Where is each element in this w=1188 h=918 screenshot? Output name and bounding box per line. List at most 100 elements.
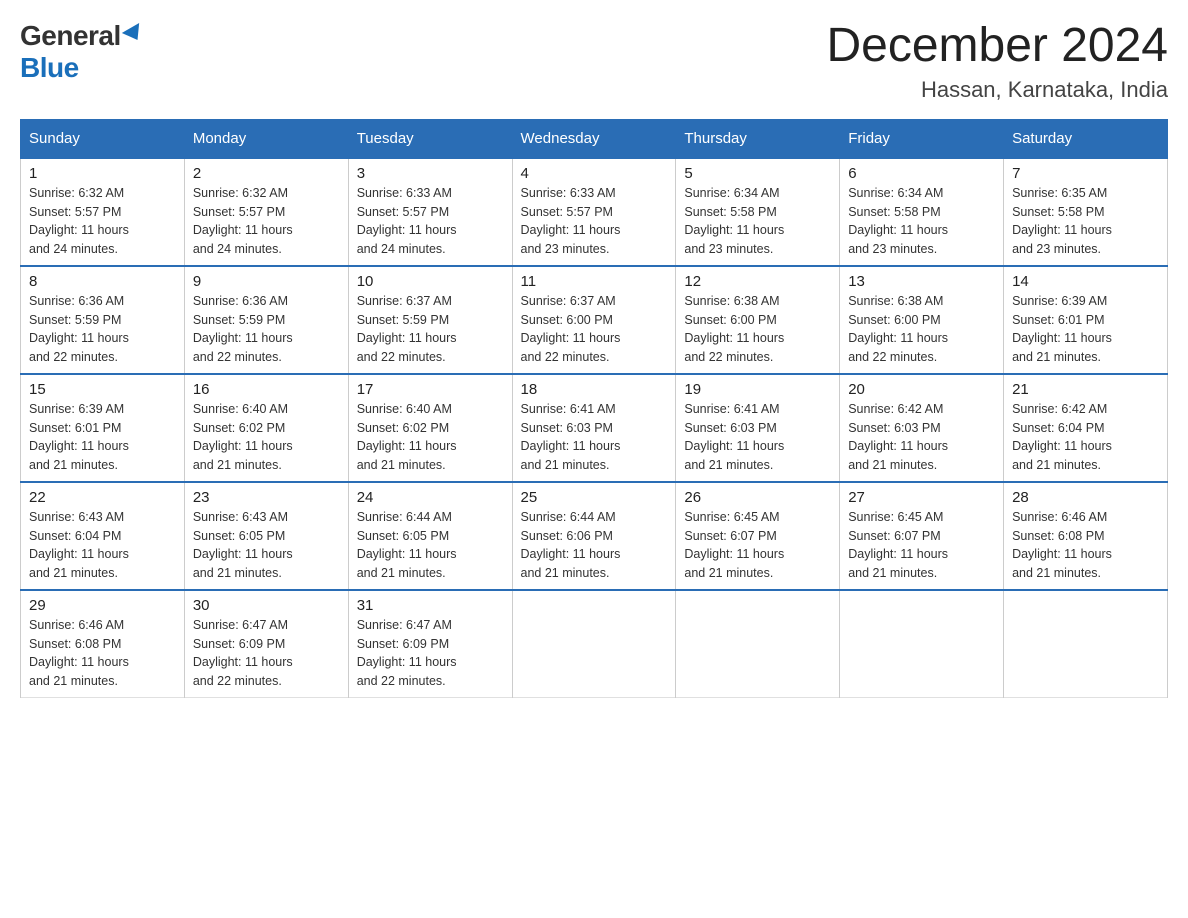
day-info: Sunrise: 6:34 AM Sunset: 5:58 PM Dayligh… bbox=[848, 184, 995, 259]
day-number: 25 bbox=[521, 489, 668, 506]
calendar-cell: 22 Sunrise: 6:43 AM Sunset: 6:04 PM Dayl… bbox=[21, 482, 185, 590]
calendar-table: Sunday Monday Tuesday Wednesday Thursday… bbox=[20, 119, 1168, 698]
calendar-cell: 5 Sunrise: 6:34 AM Sunset: 5:58 PM Dayli… bbox=[676, 158, 840, 266]
calendar-cell: 30 Sunrise: 6:47 AM Sunset: 6:09 PM Dayl… bbox=[184, 590, 348, 698]
day-number: 13 bbox=[848, 273, 995, 290]
day-number: 9 bbox=[193, 273, 340, 290]
logo: General Blue bbox=[20, 20, 144, 84]
location-title: Hassan, Karnataka, India bbox=[826, 77, 1168, 103]
calendar-cell: 18 Sunrise: 6:41 AM Sunset: 6:03 PM Dayl… bbox=[512, 374, 676, 482]
header-monday: Monday bbox=[184, 119, 348, 158]
header-sunday: Sunday bbox=[21, 119, 185, 158]
calendar-cell: 3 Sunrise: 6:33 AM Sunset: 5:57 PM Dayli… bbox=[348, 158, 512, 266]
day-number: 11 bbox=[521, 273, 668, 290]
calendar-cell: 6 Sunrise: 6:34 AM Sunset: 5:58 PM Dayli… bbox=[840, 158, 1004, 266]
day-number: 18 bbox=[521, 381, 668, 398]
day-info: Sunrise: 6:36 AM Sunset: 5:59 PM Dayligh… bbox=[29, 292, 176, 367]
day-info: Sunrise: 6:34 AM Sunset: 5:58 PM Dayligh… bbox=[684, 184, 831, 259]
day-number: 28 bbox=[1012, 489, 1159, 506]
logo-general-text: General bbox=[20, 20, 121, 52]
header-tuesday: Tuesday bbox=[348, 119, 512, 158]
calendar-cell: 27 Sunrise: 6:45 AM Sunset: 6:07 PM Dayl… bbox=[840, 482, 1004, 590]
calendar-week-row: 15 Sunrise: 6:39 AM Sunset: 6:01 PM Dayl… bbox=[21, 374, 1168, 482]
logo-triangle-icon bbox=[122, 23, 146, 45]
calendar-cell: 9 Sunrise: 6:36 AM Sunset: 5:59 PM Dayli… bbox=[184, 266, 348, 374]
day-info: Sunrise: 6:46 AM Sunset: 6:08 PM Dayligh… bbox=[1012, 508, 1159, 583]
day-number: 6 bbox=[848, 165, 995, 182]
day-number: 31 bbox=[357, 597, 504, 614]
day-info: Sunrise: 6:32 AM Sunset: 5:57 PM Dayligh… bbox=[193, 184, 340, 259]
day-number: 14 bbox=[1012, 273, 1159, 290]
header-thursday: Thursday bbox=[676, 119, 840, 158]
day-number: 27 bbox=[848, 489, 995, 506]
header-wednesday: Wednesday bbox=[512, 119, 676, 158]
day-number: 10 bbox=[357, 273, 504, 290]
day-number: 24 bbox=[357, 489, 504, 506]
calendar-cell: 25 Sunrise: 6:44 AM Sunset: 6:06 PM Dayl… bbox=[512, 482, 676, 590]
day-number: 5 bbox=[684, 165, 831, 182]
calendar-cell bbox=[840, 590, 1004, 698]
title-section: December 2024 Hassan, Karnataka, India bbox=[826, 20, 1168, 103]
day-number: 4 bbox=[521, 165, 668, 182]
day-number: 19 bbox=[684, 381, 831, 398]
day-number: 21 bbox=[1012, 381, 1159, 398]
calendar-cell: 17 Sunrise: 6:40 AM Sunset: 6:02 PM Dayl… bbox=[348, 374, 512, 482]
day-number: 17 bbox=[357, 381, 504, 398]
day-number: 12 bbox=[684, 273, 831, 290]
calendar-cell: 21 Sunrise: 6:42 AM Sunset: 6:04 PM Dayl… bbox=[1004, 374, 1168, 482]
day-number: 16 bbox=[193, 381, 340, 398]
calendar-cell: 4 Sunrise: 6:33 AM Sunset: 5:57 PM Dayli… bbox=[512, 158, 676, 266]
calendar-cell: 26 Sunrise: 6:45 AM Sunset: 6:07 PM Dayl… bbox=[676, 482, 840, 590]
day-info: Sunrise: 6:45 AM Sunset: 6:07 PM Dayligh… bbox=[684, 508, 831, 583]
logo-blue-text: Blue bbox=[20, 52, 79, 83]
day-number: 26 bbox=[684, 489, 831, 506]
day-info: Sunrise: 6:43 AM Sunset: 6:04 PM Dayligh… bbox=[29, 508, 176, 583]
day-number: 29 bbox=[29, 597, 176, 614]
day-info: Sunrise: 6:38 AM Sunset: 6:00 PM Dayligh… bbox=[684, 292, 831, 367]
day-info: Sunrise: 6:44 AM Sunset: 6:05 PM Dayligh… bbox=[357, 508, 504, 583]
day-info: Sunrise: 6:44 AM Sunset: 6:06 PM Dayligh… bbox=[521, 508, 668, 583]
day-number: 30 bbox=[193, 597, 340, 614]
day-info: Sunrise: 6:37 AM Sunset: 6:00 PM Dayligh… bbox=[521, 292, 668, 367]
calendar-header-row: Sunday Monday Tuesday Wednesday Thursday… bbox=[21, 119, 1168, 158]
calendar-cell bbox=[1004, 590, 1168, 698]
day-info: Sunrise: 6:33 AM Sunset: 5:57 PM Dayligh… bbox=[357, 184, 504, 259]
calendar-week-row: 8 Sunrise: 6:36 AM Sunset: 5:59 PM Dayli… bbox=[21, 266, 1168, 374]
calendar-cell: 1 Sunrise: 6:32 AM Sunset: 5:57 PM Dayli… bbox=[21, 158, 185, 266]
day-info: Sunrise: 6:40 AM Sunset: 6:02 PM Dayligh… bbox=[357, 400, 504, 475]
calendar-cell: 8 Sunrise: 6:36 AM Sunset: 5:59 PM Dayli… bbox=[21, 266, 185, 374]
day-info: Sunrise: 6:38 AM Sunset: 6:00 PM Dayligh… bbox=[848, 292, 995, 367]
day-info: Sunrise: 6:47 AM Sunset: 6:09 PM Dayligh… bbox=[357, 616, 504, 691]
day-number: 3 bbox=[357, 165, 504, 182]
day-number: 1 bbox=[29, 165, 176, 182]
calendar-cell: 19 Sunrise: 6:41 AM Sunset: 6:03 PM Dayl… bbox=[676, 374, 840, 482]
calendar-cell: 16 Sunrise: 6:40 AM Sunset: 6:02 PM Dayl… bbox=[184, 374, 348, 482]
calendar-week-row: 29 Sunrise: 6:46 AM Sunset: 6:08 PM Dayl… bbox=[21, 590, 1168, 698]
calendar-cell: 14 Sunrise: 6:39 AM Sunset: 6:01 PM Dayl… bbox=[1004, 266, 1168, 374]
day-number: 8 bbox=[29, 273, 176, 290]
calendar-cell: 29 Sunrise: 6:46 AM Sunset: 6:08 PM Dayl… bbox=[21, 590, 185, 698]
day-number: 7 bbox=[1012, 165, 1159, 182]
calendar-cell: 10 Sunrise: 6:37 AM Sunset: 5:59 PM Dayl… bbox=[348, 266, 512, 374]
day-info: Sunrise: 6:39 AM Sunset: 6:01 PM Dayligh… bbox=[1012, 292, 1159, 367]
calendar-week-row: 22 Sunrise: 6:43 AM Sunset: 6:04 PM Dayl… bbox=[21, 482, 1168, 590]
calendar-cell: 31 Sunrise: 6:47 AM Sunset: 6:09 PM Dayl… bbox=[348, 590, 512, 698]
calendar-cell: 24 Sunrise: 6:44 AM Sunset: 6:05 PM Dayl… bbox=[348, 482, 512, 590]
calendar-cell: 23 Sunrise: 6:43 AM Sunset: 6:05 PM Dayl… bbox=[184, 482, 348, 590]
calendar-cell: 28 Sunrise: 6:46 AM Sunset: 6:08 PM Dayl… bbox=[1004, 482, 1168, 590]
calendar-cell bbox=[512, 590, 676, 698]
calendar-cell bbox=[676, 590, 840, 698]
day-info: Sunrise: 6:45 AM Sunset: 6:07 PM Dayligh… bbox=[848, 508, 995, 583]
day-info: Sunrise: 6:41 AM Sunset: 6:03 PM Dayligh… bbox=[684, 400, 831, 475]
month-title: December 2024 bbox=[826, 20, 1168, 73]
day-info: Sunrise: 6:42 AM Sunset: 6:03 PM Dayligh… bbox=[848, 400, 995, 475]
day-info: Sunrise: 6:35 AM Sunset: 5:58 PM Dayligh… bbox=[1012, 184, 1159, 259]
day-info: Sunrise: 6:33 AM Sunset: 5:57 PM Dayligh… bbox=[521, 184, 668, 259]
day-info: Sunrise: 6:40 AM Sunset: 6:02 PM Dayligh… bbox=[193, 400, 340, 475]
calendar-cell: 7 Sunrise: 6:35 AM Sunset: 5:58 PM Dayli… bbox=[1004, 158, 1168, 266]
calendar-cell: 11 Sunrise: 6:37 AM Sunset: 6:00 PM Dayl… bbox=[512, 266, 676, 374]
day-info: Sunrise: 6:41 AM Sunset: 6:03 PM Dayligh… bbox=[521, 400, 668, 475]
calendar-cell: 12 Sunrise: 6:38 AM Sunset: 6:00 PM Dayl… bbox=[676, 266, 840, 374]
day-number: 20 bbox=[848, 381, 995, 398]
page-header: General Blue December 2024 Hassan, Karna… bbox=[20, 20, 1168, 103]
